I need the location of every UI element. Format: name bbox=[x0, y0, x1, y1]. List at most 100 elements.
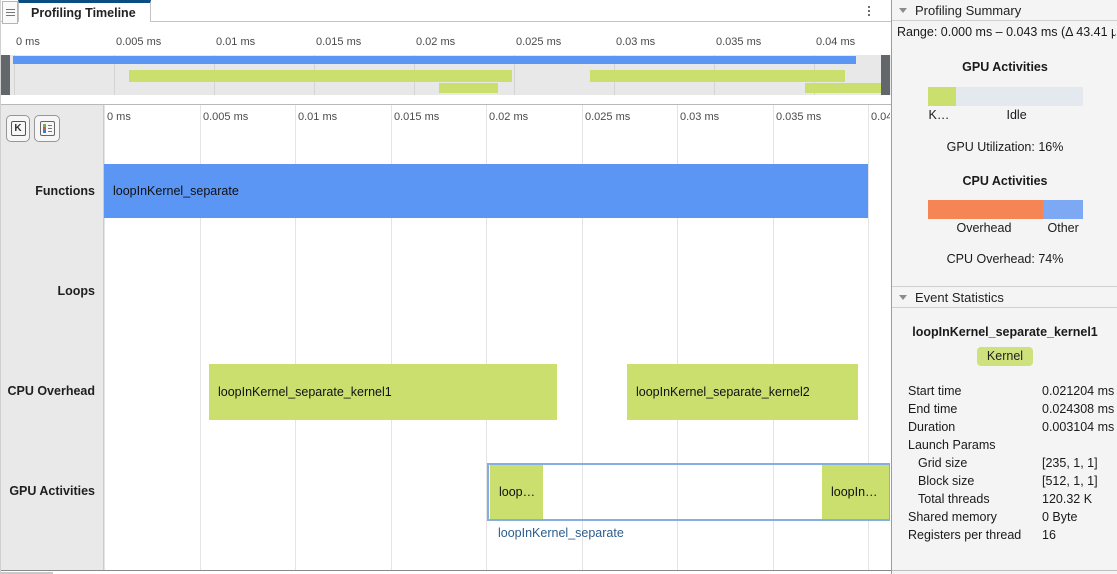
gpu-kernel-segment bbox=[928, 87, 956, 106]
overview-ruler: 0 ms 0.005 ms 0.01 ms 0.015 ms 0.02 ms 0.025 … bbox=[1, 30, 891, 55]
timeline-main-panel: K Functions Loops CPU Overhead GPU Activiti… bbox=[1, 104, 891, 571]
row-label-loops: Loops bbox=[58, 284, 96, 298]
kebab-menu-icon[interactable] bbox=[862, 3, 876, 19]
overview-segment-cpu bbox=[129, 70, 512, 82]
overview-tick-label: 0.02 ms bbox=[416, 36, 455, 48]
collapse-icon bbox=[899, 8, 907, 13]
stat-row: Block size[512, 1, 1] bbox=[892, 472, 1117, 490]
cpu-overhead-text: CPU Overhead: 74% bbox=[892, 252, 1117, 266]
main-tick-label: 0 ms bbox=[107, 111, 131, 123]
row-label-functions: Functions bbox=[35, 184, 95, 198]
stat-label: Total threads bbox=[892, 490, 1042, 508]
k-icon: K bbox=[11, 121, 26, 136]
event-statistics-header[interactable]: Event Statistics bbox=[892, 286, 1117, 308]
cpu-bar[interactable]: loopInKernel_separate_kernel1 bbox=[209, 364, 557, 420]
timeline-row-gutter: K Functions Loops CPU Overhead GPU Activiti… bbox=[1, 105, 104, 570]
range-handle-right[interactable] bbox=[881, 55, 890, 95]
profiling-summary-header[interactable]: Profiling Summary bbox=[892, 0, 1117, 21]
event-kernel-name: loopInKernel_separate_kernel1 bbox=[892, 325, 1117, 339]
overview-tick-label: 0.035 ms bbox=[716, 36, 761, 48]
kernel-view-button[interactable]: K bbox=[6, 115, 30, 142]
gpu-activity-bar bbox=[928, 87, 1083, 106]
gpu-idle-label: Idle bbox=[1007, 108, 1027, 122]
stat-label: Block size bbox=[892, 472, 1042, 490]
main-tick-label: 0.02 ms bbox=[489, 111, 528, 123]
gpu-profiler-window: Profiling Timeline 0 ms 0.005 ms 0.01 ms 0.… bbox=[0, 0, 1117, 574]
gpu-selection-box[interactable] bbox=[487, 463, 890, 521]
stat-label: Start time bbox=[892, 382, 1042, 400]
stat-row: Launch Params bbox=[892, 436, 1117, 454]
collapse-icon bbox=[899, 295, 907, 300]
panel-menu-icon[interactable] bbox=[2, 1, 18, 24]
overview-segment-gpu bbox=[439, 83, 498, 93]
range-handle-left[interactable] bbox=[1, 55, 10, 95]
stat-value: 0.024308 ms bbox=[1042, 400, 1114, 418]
event-statistics-title: Event Statistics bbox=[915, 290, 1004, 305]
summary-panel: Profiling Summary Range: 0.000 ms – 0.04… bbox=[891, 0, 1117, 574]
main-tick-label: 0.04 ms bbox=[871, 111, 890, 123]
row-label-gpu-activities: GPU Activities bbox=[9, 484, 95, 498]
profiling-summary-title: Profiling Summary bbox=[915, 3, 1021, 18]
stat-value: 0 Byte bbox=[1042, 508, 1077, 526]
stat-row: Total threads120.32 K bbox=[892, 490, 1117, 508]
overview-segment-cpu bbox=[590, 70, 845, 82]
stat-label: End time bbox=[892, 400, 1042, 418]
overview-tick-label: 0.03 ms bbox=[616, 36, 655, 48]
main-tick-label: 0.03 ms bbox=[680, 111, 719, 123]
gpu-selection-label: loopInKernel_separate bbox=[498, 526, 624, 540]
stat-value: [235, 1, 1] bbox=[1042, 454, 1098, 472]
range-text: Range: 0.000 ms – 0.043 ms (Δ 43.41 µs) bbox=[892, 21, 1116, 39]
stat-label: Grid size bbox=[892, 454, 1042, 472]
legend-button[interactable] bbox=[34, 115, 60, 142]
overview-tick-label: 0.015 ms bbox=[316, 36, 361, 48]
timeline-plot-area[interactable]: 0 ms0.005 ms0.01 ms0.015 ms0.02 ms0.025 … bbox=[104, 105, 890, 570]
main-tick-label: 0.015 ms bbox=[394, 111, 439, 123]
gpu-kernel-label: K… bbox=[929, 108, 950, 122]
cpu-bar[interactable]: loopInKernel_separate_kernel2 bbox=[627, 364, 858, 420]
stat-value: 16 bbox=[1042, 526, 1056, 544]
stat-row: Duration0.003104 ms bbox=[892, 418, 1117, 436]
stat-row: Start time0.021204 ms bbox=[892, 382, 1117, 400]
main-tick-label: 0.025 ms bbox=[585, 111, 630, 123]
stat-row: Registers per thread16 bbox=[892, 526, 1117, 544]
overview-tick-label: 0.01 ms bbox=[216, 36, 255, 48]
overview-segment-functions bbox=[13, 56, 856, 64]
event-stats-list: Start time0.021204 msEnd time0.024308 ms… bbox=[892, 382, 1117, 544]
tab-label: Profiling Timeline bbox=[31, 6, 136, 20]
tab-profiling-timeline[interactable]: Profiling Timeline bbox=[18, 0, 151, 22]
overview-tick-label: 0 ms bbox=[16, 36, 40, 48]
stat-value: [512, 1, 1] bbox=[1042, 472, 1098, 490]
stat-value: 0.021204 ms bbox=[1042, 382, 1114, 400]
main-tick-label: 0.005 ms bbox=[203, 111, 248, 123]
cpu-other-label: Other bbox=[1048, 221, 1079, 235]
overview-tick-label: 0.005 ms bbox=[116, 36, 161, 48]
row-label-cpu-overhead: CPU Overhead bbox=[7, 384, 95, 398]
cpu-overhead-segment bbox=[928, 200, 1043, 219]
cpu-overhead-label: Overhead bbox=[957, 221, 1012, 235]
stat-label: Launch Params bbox=[892, 436, 1042, 454]
main-tick-label: 0.035 ms bbox=[776, 111, 821, 123]
gpu-bar-labels: K… Idle bbox=[928, 108, 1083, 123]
functions-bar[interactable]: loopInKernel_separate bbox=[104, 164, 868, 218]
cpu-other-segment bbox=[1043, 200, 1083, 219]
overview-tick-label: 0.025 ms bbox=[516, 36, 561, 48]
stat-value: 120.32 K bbox=[1042, 490, 1092, 508]
kernel-type-badge: Kernel bbox=[977, 347, 1033, 366]
stat-value: 0.003104 ms bbox=[1042, 418, 1114, 436]
gpu-utilization-text: GPU Utilization: 16% bbox=[892, 140, 1117, 154]
panel-bottom-divider bbox=[892, 570, 1117, 571]
gpu-activities-title: GPU Activities bbox=[892, 60, 1117, 74]
cpu-bar-labels: Overhead Other bbox=[928, 221, 1083, 236]
hamburger-icon bbox=[6, 9, 15, 18]
cpu-activities-title: CPU Activities bbox=[892, 174, 1117, 188]
stat-label: Duration bbox=[892, 418, 1042, 436]
profiling-timeline-panel: Profiling Timeline 0 ms 0.005 ms 0.01 ms 0.… bbox=[1, 0, 891, 574]
overview-strip[interactable] bbox=[1, 55, 891, 95]
stat-label: Registers per thread bbox=[892, 526, 1042, 544]
stat-row: End time0.024308 ms bbox=[892, 400, 1117, 418]
cpu-activity-bar bbox=[928, 200, 1083, 219]
stat-row: Grid size[235, 1, 1] bbox=[892, 454, 1117, 472]
overview-segment-gpu bbox=[805, 83, 881, 93]
legend-icon bbox=[40, 121, 55, 136]
stat-row: Shared memory0 Byte bbox=[892, 508, 1117, 526]
